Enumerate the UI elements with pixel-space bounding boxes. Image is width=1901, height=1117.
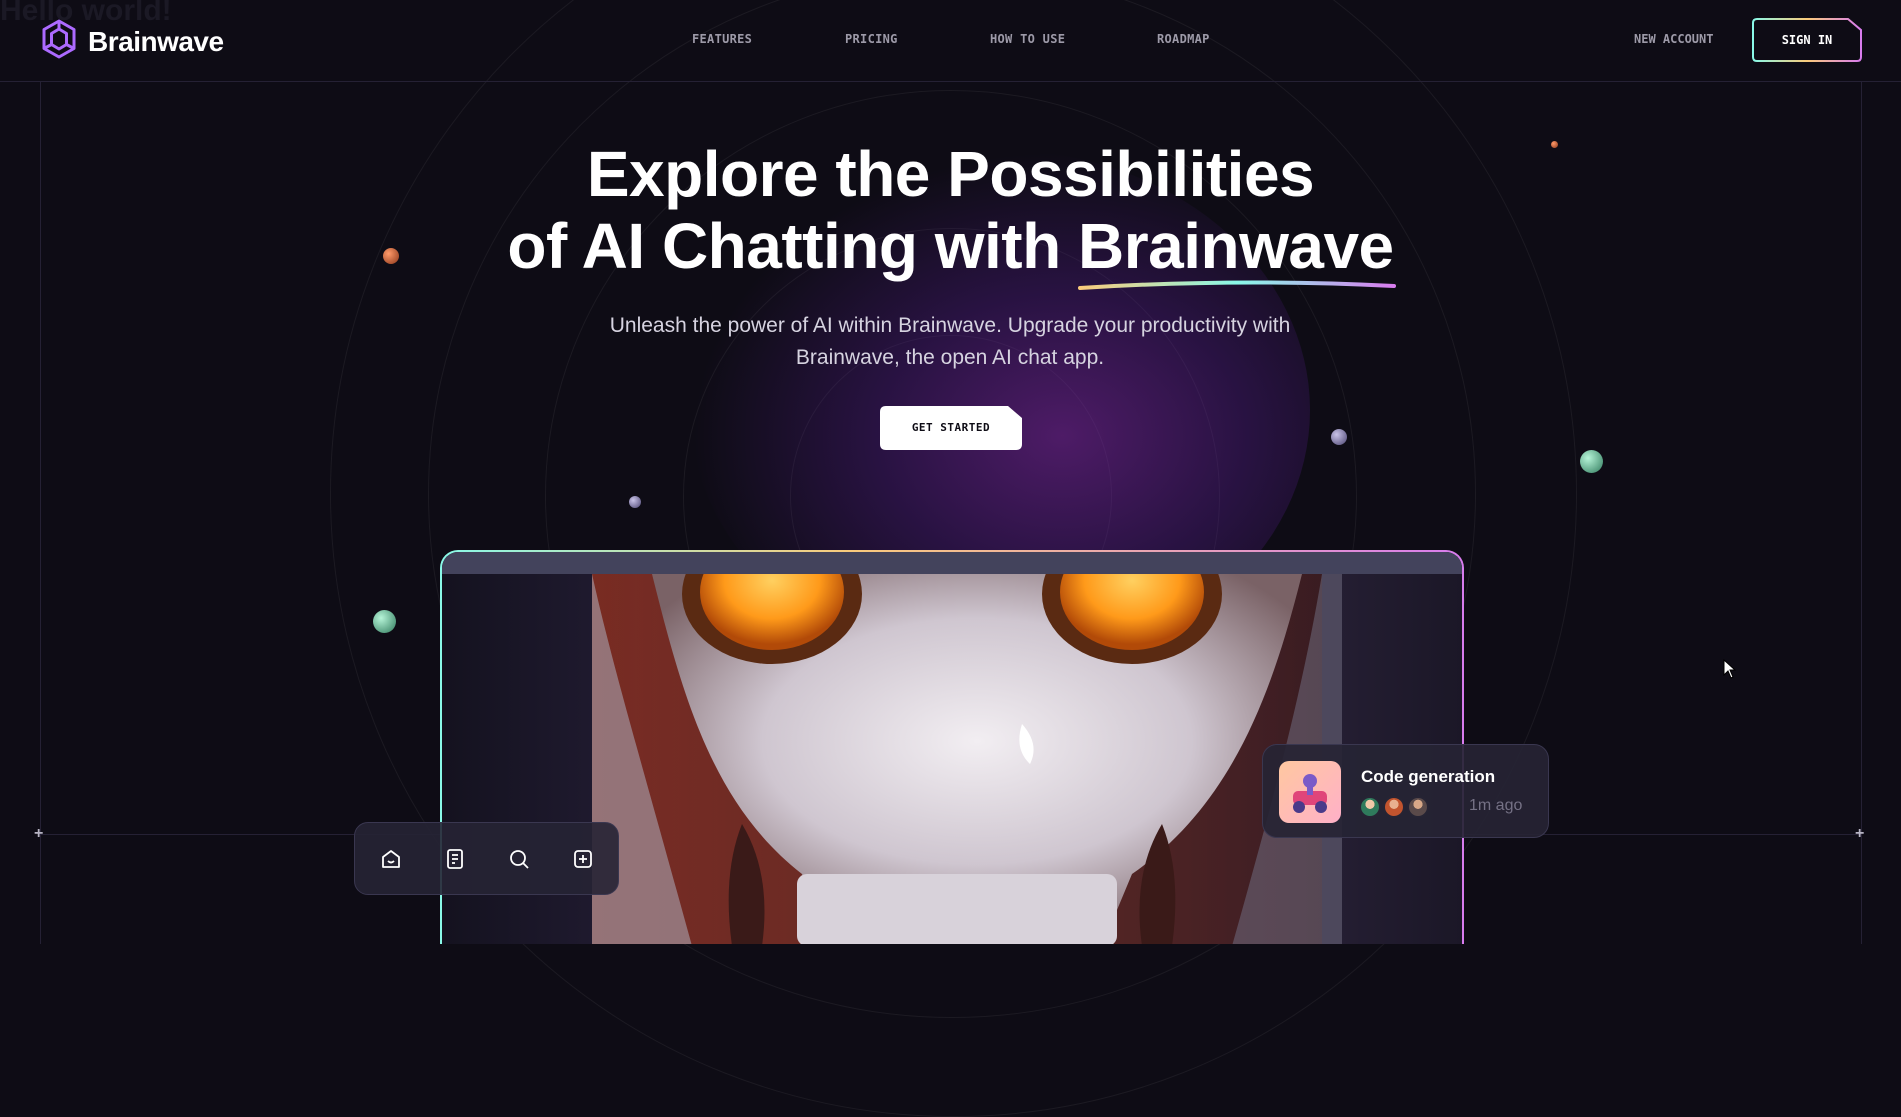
avatar xyxy=(1383,796,1405,818)
plus-marker-left: + xyxy=(34,825,44,842)
nav-features[interactable]: FEATURES xyxy=(692,32,752,46)
avatar xyxy=(1407,796,1429,818)
hero-title-highlight-wrap: Brainwave xyxy=(1077,210,1396,290)
notification-time: 1m ago xyxy=(1469,797,1523,814)
hero-title-line2: of AI Chatting with xyxy=(507,210,1078,282)
search-icon[interactable] xyxy=(507,847,531,871)
nav-roadmap[interactable]: ROADMAP xyxy=(1157,32,1210,46)
notification-title: Code generation xyxy=(1361,767,1496,786)
planet-green xyxy=(1580,450,1603,473)
add-square-icon[interactable] xyxy=(571,847,595,871)
mouse-cursor-icon xyxy=(1723,658,1737,684)
hero-title: Explore the Possibilities of AI Chatting… xyxy=(0,138,1901,290)
nav-pricing[interactable]: PRICING xyxy=(845,32,898,46)
hero-title-line1: Explore the Possibilities xyxy=(586,138,1315,210)
floating-toolbar xyxy=(354,822,619,895)
hero-title-highlight: Brainwave xyxy=(1077,210,1394,282)
get-started-button[interactable]: GET STARTED xyxy=(880,406,1022,450)
brain-logo-icon xyxy=(38,18,80,65)
sign-in-button[interactable]: SIGN IN xyxy=(1752,18,1862,62)
planet-purple xyxy=(1331,429,1347,445)
nav-how-to-use[interactable]: HOW TO USE xyxy=(990,32,1065,46)
notification-thumbnail xyxy=(1279,761,1341,823)
brand-name: Brainwave xyxy=(88,25,224,57)
hero-subtitle: Unleash the power of AI within Brainwave… xyxy=(609,314,1291,369)
plus-marker-right: + xyxy=(1855,825,1865,842)
home-icon[interactable] xyxy=(379,847,403,871)
screen-top-bar xyxy=(442,552,1462,574)
brand-logo[interactable]: Brainwave xyxy=(38,18,224,65)
notification-card[interactable]: Code generation 1m ago xyxy=(1262,744,1549,838)
document-icon[interactable] xyxy=(443,847,467,871)
get-started-label: GET STARTED xyxy=(911,421,991,434)
planet-purple-small xyxy=(629,496,641,508)
new-account-link[interactable]: NEW ACCOUNT xyxy=(1634,32,1713,46)
planet-green-left xyxy=(373,610,396,633)
gradient-underline xyxy=(1077,280,1396,290)
sign-in-label: SIGN IN xyxy=(1781,33,1833,47)
avatar xyxy=(1359,796,1381,818)
site-header: Hello world! Brainwave FEATURES PRICING … xyxy=(0,0,1901,82)
